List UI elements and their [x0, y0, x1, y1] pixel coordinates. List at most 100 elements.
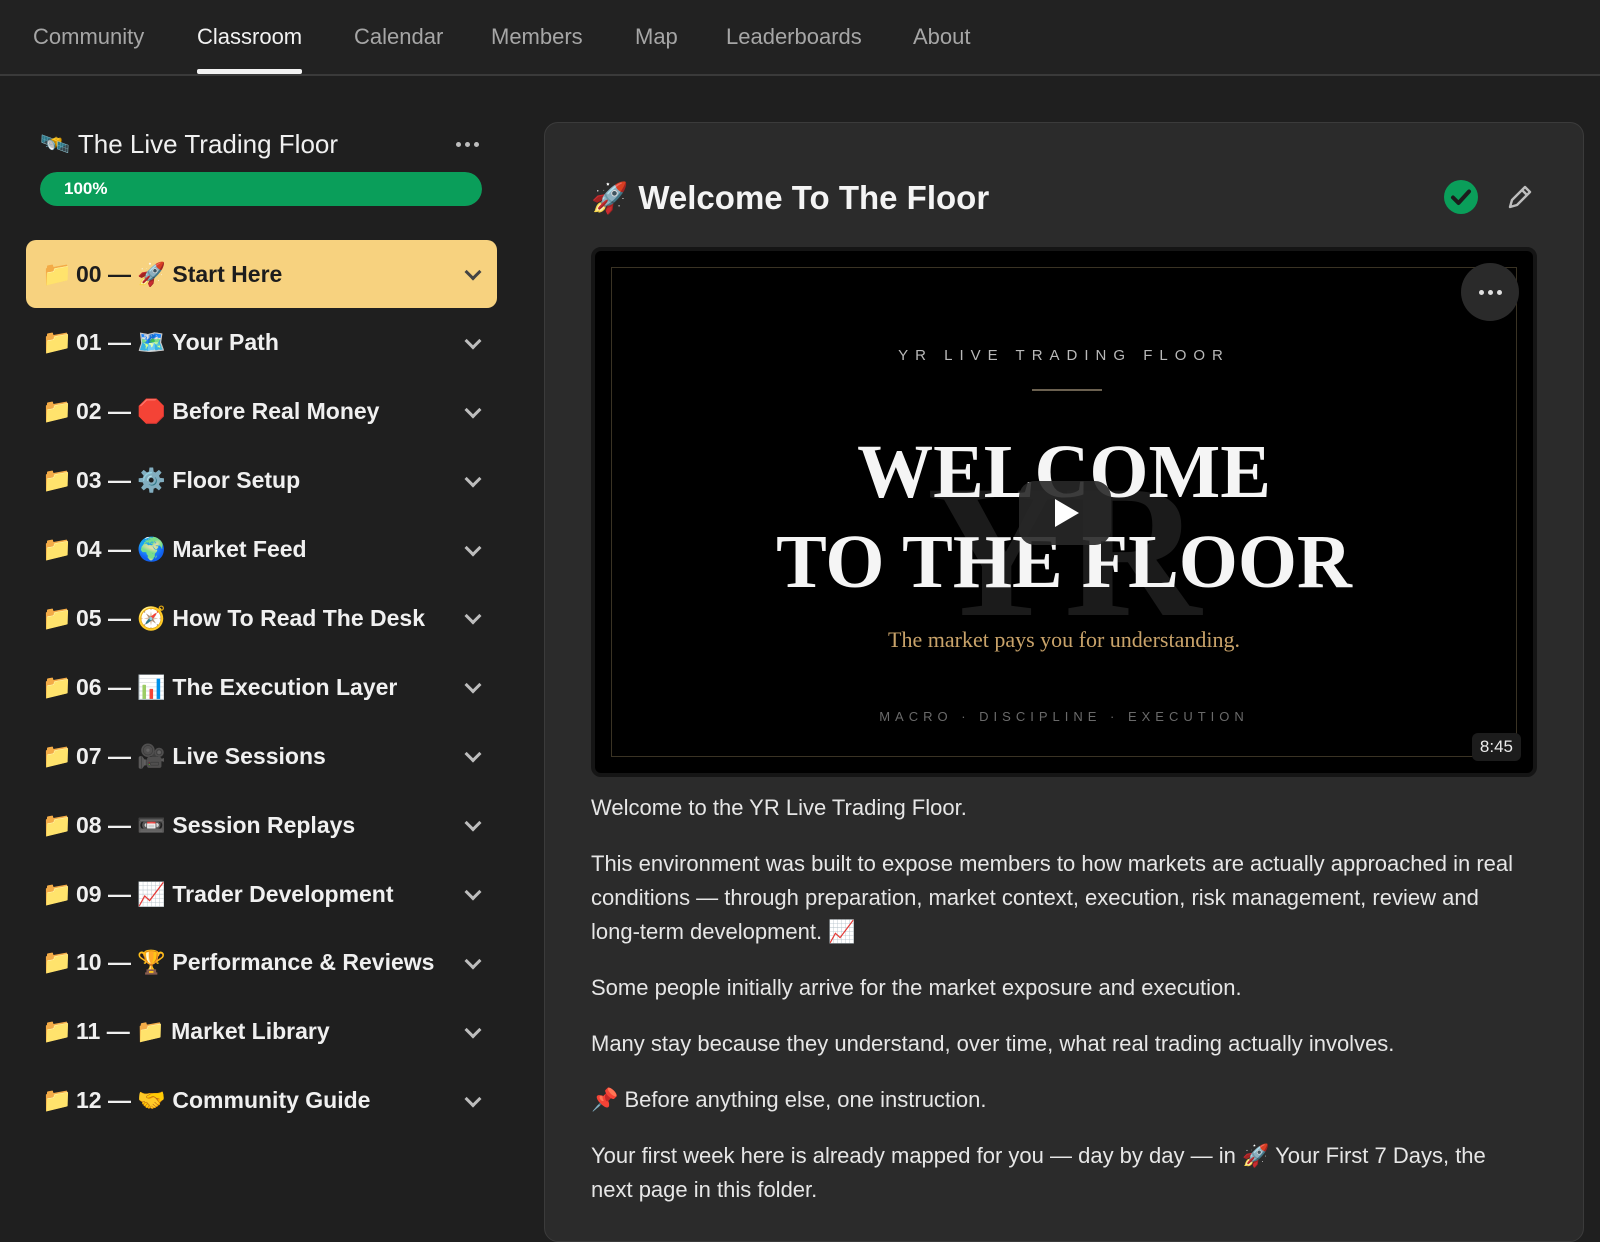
chevron-down-icon[interactable]: [464, 1021, 482, 1039]
module-item[interactable]: 📁 11 — 📁 Market Library: [26, 998, 497, 1066]
module-label: 12 — 🤝 Community Guide: [76, 1087, 371, 1114]
folder-icon: 📁: [42, 742, 72, 770]
folder-icon: 📁: [42, 467, 72, 495]
active-tab-indicator: [197, 69, 303, 74]
module-label: 05 — 🧭 How To Read The Desk: [76, 604, 426, 631]
module-label: 03 — ⚙️ Floor Setup: [76, 467, 301, 494]
video-kicker: YR LIVE TRADING FLOOR: [898, 347, 1230, 364]
module-label: 00 — 🚀 Start Here: [76, 260, 283, 287]
chevron-down-icon[interactable]: [464, 952, 482, 970]
module-label: 10 — 🏆 Performance & Reviews: [76, 949, 435, 976]
lesson-paragraph: Many stay because they understand, over …: [591, 1031, 1395, 1056]
lesson-paragraph: Some people initially arrive for the mar…: [591, 975, 1242, 1000]
folder-icon: 📁: [42, 673, 72, 701]
chevron-down-icon[interactable]: [464, 814, 482, 832]
module-item[interactable]: 📁 09 — 📈 Trader Development: [26, 860, 497, 928]
top-nav: Community Classroom Calendar Members Map…: [0, 0, 1600, 76]
folder-icon: 📁: [42, 1087, 72, 1115]
chevron-down-icon[interactable]: [464, 676, 482, 694]
module-label: 06 — 📊 The Execution Layer: [76, 673, 398, 700]
lesson-title: Welcome To The Floor: [638, 179, 990, 216]
module-item[interactable]: 📁 06 — 📊 The Execution Layer: [26, 653, 497, 721]
lesson-paragraph: Welcome to the YR Live Trading Floor.: [591, 795, 967, 820]
course-progress-bar: 100%: [40, 172, 482, 206]
module-label: 11 — 📁 Market Library: [76, 1018, 330, 1045]
chevron-down-icon[interactable]: [464, 470, 482, 488]
satellite-icon: 🛰️: [40, 130, 70, 158]
video-subtitle: The market pays you for understanding.: [888, 627, 1240, 652]
tab-label: Classroom: [197, 24, 303, 49]
tab-label: Leaderboards: [726, 24, 862, 49]
chevron-down-icon[interactable]: [464, 607, 482, 625]
module-label: 04 — 🌍 Market Feed: [76, 536, 307, 563]
tab-calendar[interactable]: Calendar: [354, 0, 443, 74]
tab-about[interactable]: About: [913, 0, 971, 74]
tab-classroom[interactable]: Classroom: [197, 0, 303, 74]
course-title: The Live Trading Floor: [77, 128, 339, 159]
tab-label: Map: [635, 24, 678, 49]
module-item[interactable]: 📁 10 — 🏆 Performance & Reviews: [26, 929, 497, 997]
video-duration: 8:45: [1471, 733, 1521, 761]
module-item[interactable]: 📁 07 — 🎥 Live Sessions: [26, 722, 497, 790]
play-button[interactable]: [1019, 481, 1111, 545]
play-icon: [1055, 499, 1079, 527]
folder-icon: 📁: [42, 880, 72, 908]
chevron-down-icon[interactable]: [464, 332, 482, 350]
lesson-panel: 🚀 Welcome To The Floor YR YR LIVE TRADIN…: [544, 122, 1584, 1242]
course-more-button[interactable]: [452, 130, 482, 158]
pencil-icon[interactable]: [1503, 180, 1537, 214]
chevron-down-icon[interactable]: [464, 883, 482, 901]
lesson-paragraph: This environment was built to expose mem…: [591, 851, 1514, 944]
lesson-video[interactable]: YR YR LIVE TRADING FLOOR WELCOME TO THE …: [591, 247, 1537, 777]
folder-icon: 📁: [42, 949, 72, 977]
video-more-button[interactable]: [1461, 263, 1519, 321]
check-circle-icon[interactable]: [1443, 179, 1479, 215]
module-item[interactable]: 📁 08 — 📼 Session Replays: [26, 791, 497, 859]
tab-leaderboards[interactable]: Leaderboards: [726, 0, 862, 74]
module-item[interactable]: 📁 04 — 🌍 Market Feed: [26, 516, 497, 584]
chevron-down-icon[interactable]: [464, 401, 482, 419]
module-label: 07 — 🎥 Live Sessions: [76, 742, 326, 769]
tab-label: Calendar: [354, 24, 444, 49]
chevron-down-icon[interactable]: [464, 539, 482, 557]
more-horizontal-icon: [455, 141, 461, 147]
lesson-paragraph: 📌 Before anything else, one instruction.: [591, 1087, 987, 1112]
folder-icon: 📁: [42, 811, 72, 839]
rocket-icon: 🚀: [591, 181, 629, 215]
folder-icon: 📁: [42, 536, 72, 564]
folder-icon: 📁: [42, 604, 72, 632]
module-label: 01 — 🗺️ Your Path: [76, 329, 279, 356]
progress-fill: 100%: [40, 172, 482, 206]
lesson-header: 🚀 Welcome To The Floor: [591, 173, 1541, 223]
tab-label: About: [913, 24, 971, 49]
lesson-body: Welcome to the YR Live Trading Floor. Thi…: [591, 791, 1531, 1229]
course-header: 🛰️ The Live Trading Floor: [40, 124, 482, 164]
module-label: 09 — 📈 Trader Development: [76, 880, 394, 907]
folder-icon: 📁: [42, 260, 72, 288]
more-horizontal-icon: [1478, 289, 1484, 295]
module-label: 08 — 📼 Session Replays: [76, 811, 356, 838]
video-footer: MACRO · DISCIPLINE · EXECUTION: [879, 709, 1249, 724]
module-item[interactable]: 📁 01 — 🗺️ Your Path: [26, 309, 497, 377]
module-item[interactable]: 📁 02 — 🛑 Before Real Money: [26, 378, 497, 446]
module-item[interactable]: 📁 03 — ⚙️ Floor Setup: [26, 447, 497, 515]
module-label: 02 — 🛑 Before Real Money: [76, 398, 380, 425]
folder-icon: 📁: [42, 1018, 72, 1046]
module-item[interactable]: 📁 12 — 🤝 Community Guide: [26, 1067, 497, 1135]
tab-label: Members: [491, 24, 583, 49]
module-item[interactable]: 📁 00 — 🚀 Start Here: [26, 240, 497, 308]
chevron-down-icon[interactable]: [464, 263, 482, 281]
chevron-down-icon[interactable]: [464, 1090, 482, 1108]
tab-map[interactable]: Map: [635, 0, 678, 74]
folder-icon: 📁: [42, 398, 72, 426]
module-list: 📁 00 — 🚀 Start Here 📁 01 — 🗺️ Your Path 📁 02 …: [26, 240, 497, 1136]
progress-label: 100%: [64, 179, 108, 198]
folder-icon: 📁: [42, 329, 72, 357]
chevron-down-icon[interactable]: [464, 745, 482, 763]
video-divider: [1032, 389, 1102, 391]
tab-members[interactable]: Members: [491, 0, 583, 74]
module-item[interactable]: 📁 05 — 🧭 How To Read The Desk: [26, 584, 497, 652]
tab-label: Community: [33, 24, 145, 49]
lesson-paragraph: Your first week here is already mapped f…: [591, 1143, 1486, 1202]
tab-community[interactable]: Community: [33, 0, 144, 74]
